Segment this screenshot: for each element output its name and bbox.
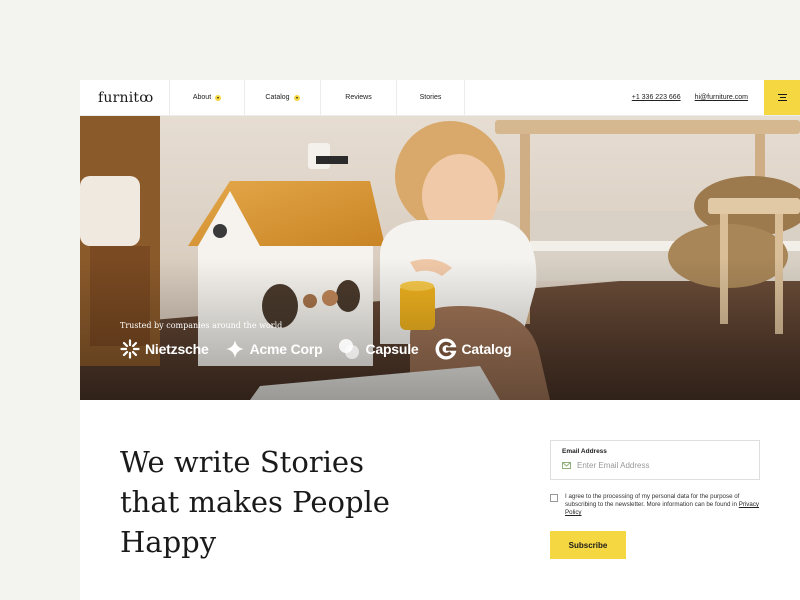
headline-line: We write Stories bbox=[120, 445, 364, 479]
nav-item-about[interactable]: About bbox=[170, 80, 245, 115]
page-card: furnitꝏ About Catalog Reviews Stories +1… bbox=[80, 80, 800, 600]
trusted-by-text: Trusted by companies around the world bbox=[120, 321, 283, 330]
phone-link[interactable]: +1 336 223 666 bbox=[624, 80, 687, 115]
brand-name: Catalog bbox=[461, 341, 512, 357]
brand-logo-catalog: Catalog bbox=[435, 338, 512, 360]
subscribe-button[interactable]: Subscribe bbox=[550, 531, 626, 559]
consent-body: I agree to the processing of my personal… bbox=[565, 493, 740, 508]
menu-button[interactable] bbox=[764, 80, 800, 115]
consent-checkbox[interactable] bbox=[550, 494, 558, 502]
chevron-down-icon bbox=[293, 94, 300, 101]
nav-item-reviews[interactable]: Reviews bbox=[321, 80, 397, 115]
nav-item-stories[interactable]: Stories bbox=[397, 80, 465, 115]
email-row bbox=[562, 461, 748, 470]
envelope-icon bbox=[562, 462, 571, 469]
nav-item-label: Stories bbox=[419, 94, 442, 101]
consent-text: I agree to the processing of my personal… bbox=[565, 493, 760, 517]
email-input[interactable] bbox=[577, 461, 737, 470]
brand-name: Acme Corp bbox=[249, 341, 323, 357]
overlapping-circles-icon bbox=[339, 339, 360, 359]
headline-line: that makes People bbox=[120, 485, 390, 519]
sparkle-icon bbox=[225, 340, 244, 358]
page-headline: We write Stories that makes People Happy bbox=[120, 442, 420, 562]
sunburst-icon bbox=[120, 339, 140, 359]
top-navigation: furnitꝏ About Catalog Reviews Stories +1… bbox=[80, 80, 800, 116]
chevron-down-icon bbox=[215, 94, 222, 101]
nav-item-catalog[interactable]: Catalog bbox=[245, 80, 321, 115]
c-letter-icon bbox=[435, 338, 457, 360]
brand-logo-capsule: Capsule bbox=[338, 338, 419, 360]
brand-logo-acme-corp: Acme Corp bbox=[225, 339, 323, 359]
email-label: Email Address bbox=[562, 448, 607, 455]
logo[interactable]: furnitꝏ bbox=[80, 80, 170, 115]
nav-item-label: About bbox=[192, 94, 212, 101]
nav-item-label: Catalog bbox=[265, 94, 290, 101]
nav-item-label: Reviews bbox=[345, 94, 372, 101]
email-field[interactable]: Email Address bbox=[550, 440, 760, 480]
hamburger-menu-icon bbox=[777, 94, 787, 101]
brand-logo-nietzsche: Nietzsche bbox=[120, 339, 209, 359]
brand-logos: Nietzsche Acme Corp Capsule Catalog bbox=[120, 338, 512, 360]
newsletter-form: Email Address I agree to the processing … bbox=[550, 440, 760, 559]
headline-line: Happy bbox=[120, 525, 217, 559]
hero-section: Trusted by companies around the world Ni… bbox=[80, 116, 800, 400]
email-link[interactable]: hi@furniture.com bbox=[687, 80, 764, 115]
brand-name: Capsule bbox=[365, 341, 419, 357]
brand-name: Nietzsche bbox=[145, 341, 209, 357]
consent-row: I agree to the processing of my personal… bbox=[550, 493, 760, 517]
